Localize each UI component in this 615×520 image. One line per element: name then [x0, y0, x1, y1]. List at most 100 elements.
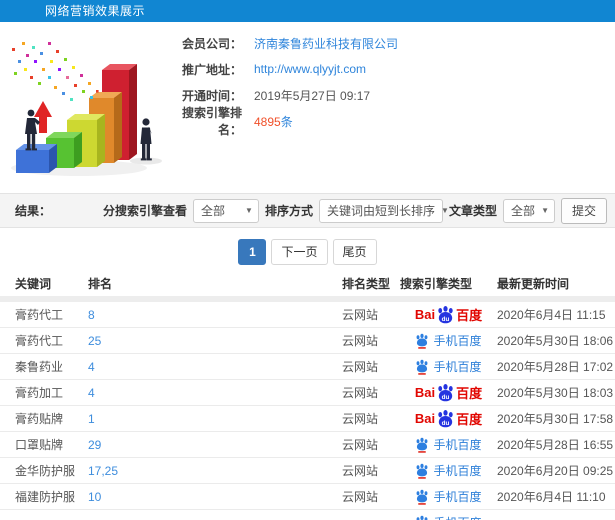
rank-type-cell: 云网站 — [342, 386, 379, 400]
updated-time-cell: 2020年5月28日 16:55 — [497, 438, 614, 452]
mobile-baidu-logo: 手机百度 — [415, 358, 482, 375]
engine-filter-label: 分搜索引擎查看 — [102, 204, 187, 218]
table-row: 膏药贴牌 1 云网站 Bai du 百度 2020年5月30日 17:58 — [0, 406, 615, 432]
page-title: 网络营销效果展示 — [45, 4, 146, 18]
mobile-baidu-logo: 手机百度 — [415, 436, 482, 453]
rank-link[interactable]: 1 — [88, 412, 342, 426]
mobile-baidu-label: 手机百度 — [433, 438, 482, 452]
header-rank-type: 排名类型 — [342, 276, 391, 291]
mobile-baidu-label: 手机百度 — [433, 490, 482, 504]
rank-type-cell: 云网站 — [342, 438, 379, 452]
filter-bar: 结果： 分搜索引擎查看 全部 ▼ 排序方式 关键词由短到长排序 ▼ 文章类型 全… — [0, 193, 615, 228]
bar-chart-illustration-svg — [11, 42, 162, 176]
engine-cell: 手机百度 — [400, 462, 497, 479]
baidu-paw-icon: du — [438, 410, 453, 428]
mobile-baidu-label: 手机百度 — [433, 464, 482, 478]
mobile-baidu-logo: 手机百度 — [415, 488, 482, 505]
article-type-select[interactable]: 全部 ▼ — [502, 198, 555, 223]
baidu-logo: Bai du 百度 — [414, 410, 483, 428]
baidu-paw-icon: du — [438, 306, 453, 324]
rank-count: 4895 — [254, 114, 281, 129]
engine-rank-value: 4895条 — [254, 113, 293, 130]
engine-filter-select[interactable]: 全部 ▼ — [192, 198, 259, 223]
header-keyword: 关键词 — [15, 276, 52, 291]
keyword-cell: 口罩贴牌 — [15, 438, 64, 452]
keyword-cell: 膏药贴牌 — [15, 412, 64, 426]
engine-cell: Bai du 百度 — [400, 383, 497, 402]
promo-url-label: 推广地址： — [181, 62, 242, 77]
baidu-paw-icon: du — [438, 384, 453, 402]
engine-rank-row: 搜索引擎排名： 4895条 — [172, 106, 615, 137]
keyword-cell: 福建防护服 — [15, 490, 76, 504]
rank-type-cell: 云网站 — [342, 490, 379, 504]
updated-time-cell: 2020年6月4日 11:10 — [497, 490, 606, 504]
header-bar: 网络营销效果展示 — [0, 0, 615, 22]
baidu-logo: Bai du 百度 — [414, 384, 483, 402]
promo-url-link[interactable]: http://www.qlyyjt.com — [254, 62, 366, 76]
engine-filter-value: 全部 — [200, 204, 225, 218]
table-row: 膏药代工 8 云网站 Bai du 百度 2020年6月4日 11:15 — [0, 302, 615, 328]
rank-link[interactable]: 8 — [88, 308, 342, 322]
rank-type-cell: 云网站 — [342, 412, 379, 426]
page-button-current[interactable]: 1 — [238, 239, 267, 265]
mobile-baidu-logo: 手机百度 — [415, 332, 482, 349]
mobile-baidu-label: 手机百度 — [433, 334, 482, 348]
engine-cell: 手机百度 — [400, 436, 497, 453]
rank-link[interactable]: 4 — [88, 360, 342, 374]
next-page-button[interactable]: 下一页 — [271, 239, 328, 265]
member-company-link[interactable]: 济南秦鲁药业科技有限公司 — [254, 35, 398, 52]
article-type-value: 全部 — [510, 204, 535, 218]
mobile-baidu-paw-icon — [417, 515, 428, 520]
rank-type-cell: 云网站 — [342, 464, 379, 478]
svg-text:du: du — [442, 316, 450, 323]
rank-link[interactable]: 10 — [88, 490, 342, 504]
engine-cell: Bai du 百度 — [400, 305, 497, 324]
promo-url-row: 推广地址： http://www.qlyyjt.com — [172, 56, 615, 82]
table-body: 膏药代工 8 云网站 Bai du 百度 2020年6月4日 11:15 膏药代工 … — [0, 302, 615, 520]
updated-time-cell: 2020年6月4日 11:15 — [497, 308, 606, 322]
businessman-right-figure — [140, 118, 152, 161]
updated-time-cell: 2020年5月28日 17:02 — [497, 360, 614, 374]
table-row: 膏药加工 4 云网站 Bai du 百度 2020年5月30日 18:03 — [0, 380, 615, 406]
keyword-cell: 膏药加工 — [15, 386, 64, 400]
open-time-value: 2019年5月27日 09:17 — [254, 88, 371, 103]
keyword-cell: 秦鲁药业 — [15, 360, 64, 374]
mobile-baidu-paw-icon — [417, 463, 428, 479]
engine-cell: 手机百度 — [400, 358, 497, 375]
last-page-button[interactable]: 尾页 — [332, 239, 377, 265]
open-time-label: 开通时间： — [181, 88, 242, 103]
rank-link[interactable]: 17,25 — [88, 464, 342, 478]
pagination: 1 下一页 尾页 — [0, 228, 615, 270]
rank-link[interactable]: 25 — [88, 334, 342, 348]
keyword-cell: 金华防护服 — [15, 464, 76, 478]
result-label: 结果： — [15, 204, 52, 218]
rank-type-cell: 云网站 — [342, 308, 379, 322]
company-info-section: 会员公司： 济南秦鲁药业科技有限公司 推广地址： http://www.qlyy… — [0, 22, 615, 193]
submit-button[interactable]: 提交 — [560, 197, 607, 224]
confetti-dots — [12, 42, 99, 101]
updated-time-cell: 2020年6月20日 09:25 — [497, 464, 614, 478]
engine-rank-label: 搜索引擎排名： — [181, 106, 242, 137]
table-row: 口罩贴牌 29 云网站 手机百度 2020年5月28日 16:55 — [0, 432, 615, 458]
company-info-list: 会员公司： 济南秦鲁药业科技有限公司 推广地址： http://www.qlyy… — [172, 22, 615, 193]
rank-link[interactable]: 29 — [88, 438, 342, 452]
results-table: 关键词 排名 排名类型 搜索引擎类型 最新更新时间 膏药代工 8 云网站 Bai… — [0, 270, 615, 520]
table-row: 福建防护服 10 云网站 手机百度 2020年6月4日 11:10 — [0, 484, 615, 510]
updated-time-cell: 2020年5月30日 18:03 — [497, 386, 614, 400]
mobile-baidu-paw-icon — [417, 333, 428, 349]
header-engine-type: 搜索引擎类型 — [400, 276, 473, 291]
rank-type-cell: 云网站 — [342, 334, 379, 348]
table-row: 金华防护服 17,25 云网站 手机百度 2020年6月20日 09:25 — [0, 458, 615, 484]
svg-text:du: du — [442, 420, 450, 427]
sort-filter-select[interactable]: 关键词由短到长排序 ▼ — [318, 198, 449, 223]
chevron-down-icon: ▼ — [440, 206, 449, 215]
filter-controls: 分搜索引擎查看 全部 ▼ 排序方式 关键词由短到长排序 ▼ 文章类型 全部 ▼ … — [102, 197, 607, 224]
chevron-down-icon: ▼ — [541, 206, 549, 215]
table-row: 秦鲁药业 4 云网站 手机百度 2020年5月28日 17:02 — [0, 354, 615, 380]
mobile-baidu-logo: 手机百度 — [415, 514, 482, 520]
article-type-label: 文章类型 — [448, 204, 497, 218]
rank-link[interactable]: 4 — [88, 386, 342, 400]
mobile-baidu-logo: 手机百度 — [415, 462, 482, 479]
keyword-cell: 膏药代工 — [15, 334, 64, 348]
engine-cell: 手机百度 — [400, 488, 497, 505]
